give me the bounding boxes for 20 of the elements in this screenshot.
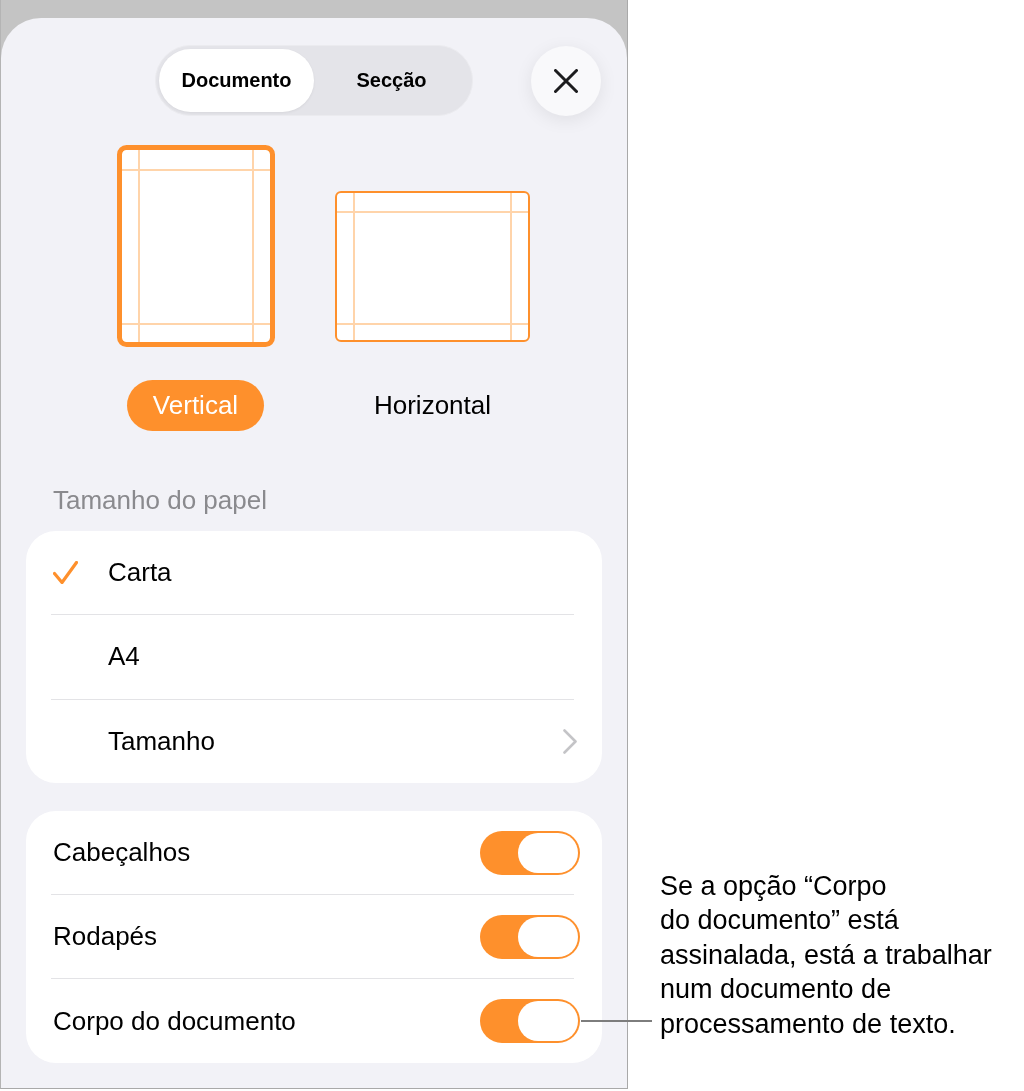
close-icon — [554, 68, 578, 93]
toggle-switch[interactable] — [480, 830, 580, 875]
list-option[interactable]: Carta — [26, 531, 602, 615]
toggle-switch[interactable] — [480, 999, 580, 1044]
callout-text: Se a opção “Corpo do documento” está assinalada, está a trabalhar num documento de processamento de texto. — [660, 869, 993, 1041]
setting-label: Rodapés — [53, 921, 158, 953]
section-title: Tamanho do papel — [53, 484, 268, 516]
setting-label: Cabeçalhos — [53, 837, 191, 869]
landscape-page-icon[interactable] — [335, 191, 530, 342]
toggle-switch[interactable] — [480, 914, 580, 959]
list-option[interactable]: Tamanho — [26, 699, 602, 783]
tab[interactable]: Secção — [314, 49, 469, 112]
orientation-button[interactable]: Horizontal — [355, 380, 510, 431]
chevron-icon — [563, 728, 577, 754]
setting-label: Corpo do documento — [53, 1005, 296, 1037]
list-option[interactable]: A4 — [26, 615, 602, 699]
tab[interactable]: Documento — [159, 49, 314, 112]
leader-line — [581, 1020, 652, 1023]
segmented-control[interactable]: Documento Secção — [155, 45, 473, 116]
portrait-page-icon[interactable] — [116, 145, 275, 347]
